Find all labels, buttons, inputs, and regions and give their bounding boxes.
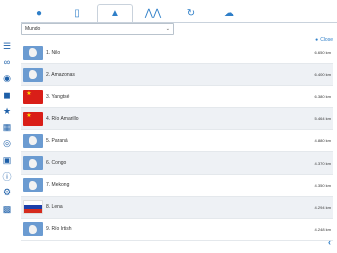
tab-world[interactable]: ● (21, 4, 57, 23)
star-icon[interactable]: ★ (0, 103, 14, 119)
river-length: 4.350 km (314, 182, 331, 188)
grid-icon[interactable]: ▩ (0, 201, 14, 217)
compass-icon[interactable]: ◎ (0, 136, 14, 152)
region-select[interactable]: Mundo ⌄ (21, 23, 174, 35)
chevron-down-icon: ⌄ (165, 26, 170, 32)
map-thumbnail (23, 133, 43, 148)
river-length: 5.464 km (314, 116, 331, 122)
mountains-icon: ⋀⋀ (144, 7, 162, 19)
river-name: 6. Congo (46, 160, 67, 167)
tablet-icon: ▯ (74, 7, 80, 19)
tab-weather[interactable]: ☁ (211, 4, 247, 23)
river-name: 5. Paraná (46, 137, 68, 144)
list-item[interactable]: 2. Amazonas 6.400 km (21, 64, 333, 87)
river-name: 1. Nilo (46, 49, 61, 56)
tab-repeat[interactable]: ↻ (173, 4, 209, 23)
back-chevron-icon[interactable]: ‹ (328, 237, 331, 247)
russia-flag-icon (23, 200, 43, 215)
river-length: 4.248 km (314, 226, 331, 232)
china-flag-icon: ★ (23, 89, 43, 104)
globe-icon: ● (35, 7, 43, 19)
globe-africa-icon[interactable]: ◉ (0, 71, 14, 87)
info-icon[interactable]: ⓘ (0, 168, 14, 184)
table-icon[interactable]: ▦ (0, 119, 14, 135)
river-length: 4.370 km (314, 160, 331, 166)
gear-icon[interactable]: ⚙ (0, 185, 14, 201)
list-item[interactable]: 8. Lena 4.294 km (21, 196, 333, 219)
map-thumbnail (23, 156, 43, 171)
water-drop-icon: ▲ (110, 8, 120, 19)
river-name: 9. Río Irtish (46, 226, 72, 233)
china-flag-icon: ★ (23, 111, 43, 126)
list-item[interactable]: ★ 4. Río Amarillo 5.464 km (21, 108, 333, 131)
list-icon[interactable]: ☰ (0, 38, 14, 54)
cloud-icon: ☁ (224, 7, 234, 19)
camera-icon[interactable]: ▣ (0, 152, 14, 168)
map-thumbnail (23, 178, 43, 193)
list-item[interactable]: 5. Paraná 4.880 km (21, 130, 333, 153)
river-list: 1. Nilo 6.650 km 2. Amazonas 6.400 km ★ … (21, 42, 333, 241)
category-tabs: ● ▯ ▲ ⋀⋀ ↻ ☁ (21, 4, 337, 23)
river-length: 6.400 km (314, 72, 331, 78)
map-thumbnail (23, 222, 43, 237)
list-item[interactable]: ★ 3. Yangtsé 6.380 km (21, 86, 333, 109)
river-length: 4.294 km (314, 204, 331, 210)
river-length: 6.650 km (314, 50, 331, 56)
region-select-value: Mundo (25, 26, 41, 32)
river-length: 4.880 km (314, 138, 331, 144)
river-length: 6.380 km (314, 94, 331, 100)
sidebar: ☰ ∞ ◉ ◼ ★ ▦ ◎ ▣ ⓘ ⚙ ▩ (0, 38, 14, 217)
list-item[interactable]: 9. Río Irtish 4.248 km (21, 219, 333, 241)
river-name: 7. Mekong (46, 182, 70, 189)
tab-countries[interactable]: ▯ (59, 4, 95, 23)
tab-mountains[interactable]: ⋀⋀ (135, 4, 171, 23)
river-name: 4. Río Amarillo (46, 115, 79, 122)
cube-icon[interactable]: ◼ (0, 87, 14, 103)
map-thumbnail (23, 67, 43, 82)
river-name: 8. Lena (46, 204, 63, 211)
list-item[interactable]: 1. Nilo 6.650 km (21, 42, 333, 65)
tab-rivers[interactable]: ▲ (97, 4, 133, 23)
list-item[interactable]: 7. Mekong 4.350 km (21, 175, 333, 197)
list-item[interactable]: 6. Congo 4.370 km (21, 152, 333, 175)
river-name: 2. Amazonas (46, 71, 75, 78)
repeat-icon: ↻ (186, 7, 196, 19)
glasses-icon[interactable]: ∞ (0, 54, 14, 70)
river-name: 3. Yangtsé (46, 93, 70, 100)
map-thumbnail (23, 45, 43, 60)
